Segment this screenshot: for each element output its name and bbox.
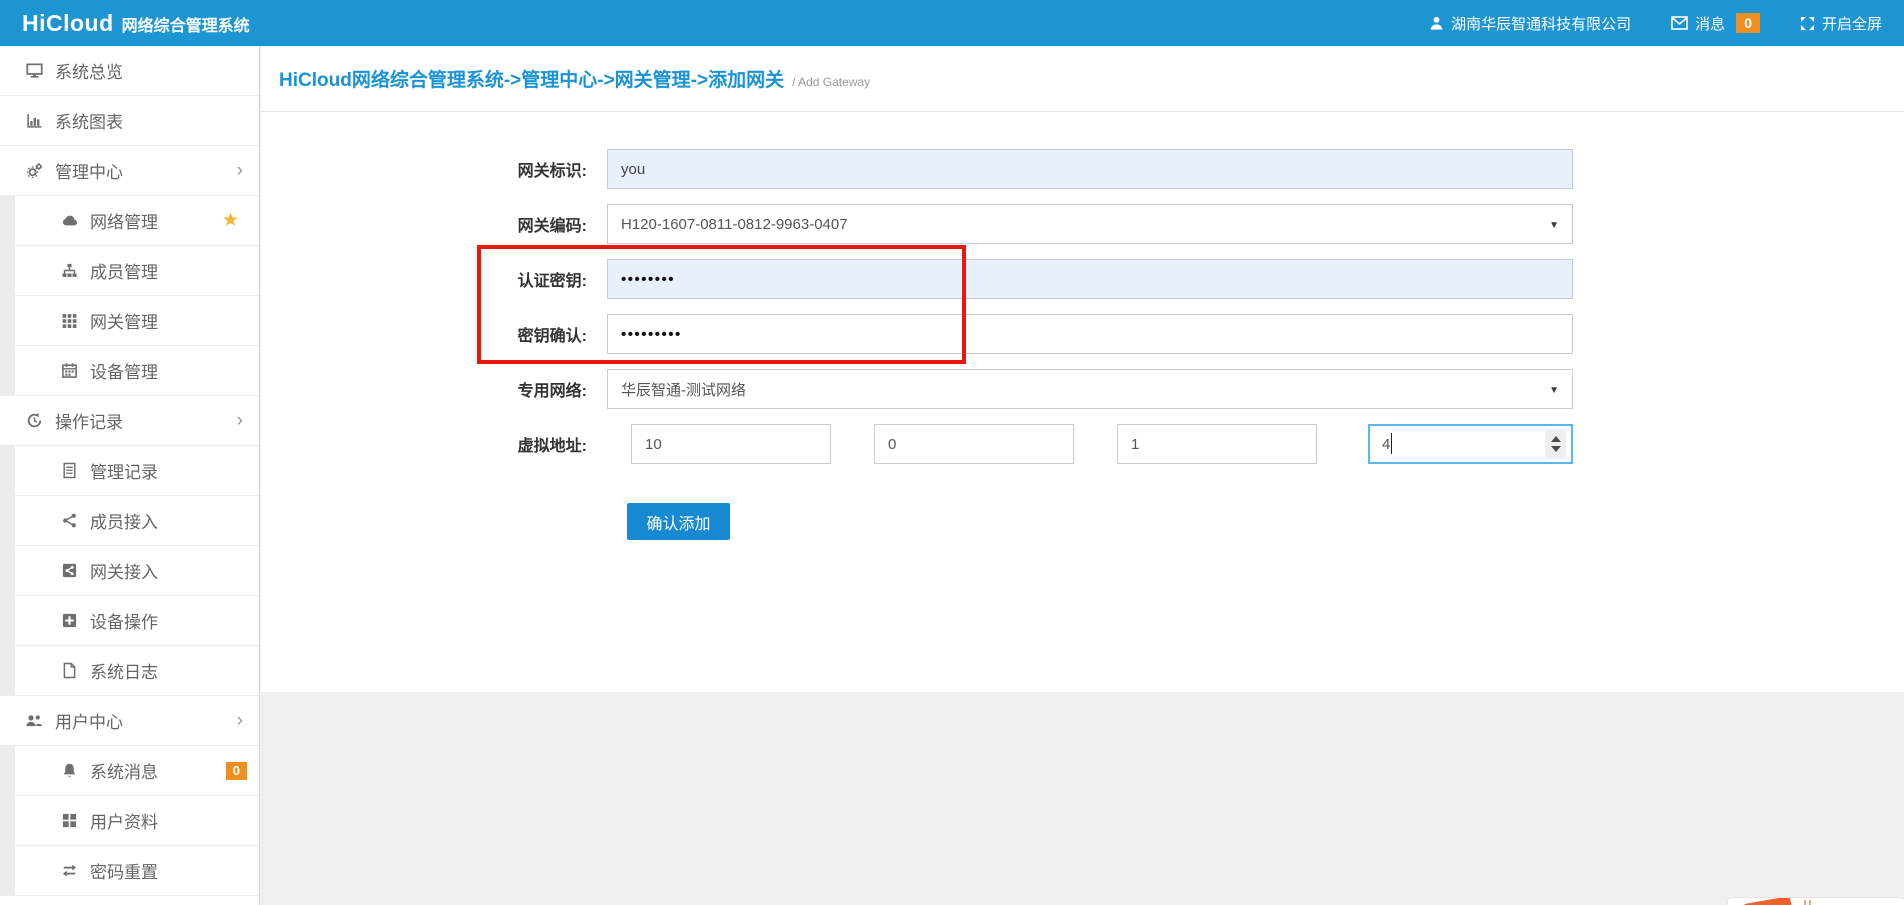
auth-key-input[interactable] (607, 259, 1573, 299)
breadcrumb-path: HiCloud网络综合管理系统->管理中心->网关管理->添加网关 (279, 65, 784, 92)
bottom-popup-partial[interactable] (1727, 897, 1904, 905)
system-messages-badge: 0 (226, 762, 247, 780)
company-name: 湖南华辰智通科技有限公司 (1451, 13, 1631, 34)
gateway-code-select[interactable]: H120-1607-0811-0812-9963-0407 (607, 204, 1573, 244)
exchange-icon (57, 862, 81, 879)
messages-menu[interactable]: 消息 0 (1671, 13, 1760, 34)
gateway-code-label: 网关编码: (261, 212, 607, 236)
fullscreen-toggle[interactable]: 开启全屏 (1800, 13, 1882, 34)
gateway-id-input[interactable] (607, 149, 1573, 189)
share-square-icon (57, 562, 81, 579)
auth-key-label: 认证密钥: (261, 267, 607, 291)
sidebar-item-gateway-management[interactable]: 网关管理 (0, 296, 259, 346)
messages-label: 消息 (1695, 13, 1725, 34)
virtual-address-label: 虚拟地址: (261, 432, 607, 456)
key-confirm-label: 密钥确认: (261, 322, 607, 346)
virtual-address-octet-2[interactable] (874, 424, 1074, 464)
calendar-icon (57, 362, 81, 379)
add-gateway-form: 网关标识: 网关编码: H120-1607-0811-0812-9963-040… (261, 112, 1904, 692)
messages-badge: 0 (1736, 13, 1760, 33)
virtual-address-octet-1[interactable] (631, 424, 831, 464)
favorite-star-icon[interactable] (222, 211, 239, 230)
chevron-right-icon (237, 411, 243, 430)
virtual-address-octet-4[interactable] (1368, 424, 1573, 464)
sidebar-item-operation-logs[interactable]: 操作记录 (0, 396, 259, 446)
chevron-right-icon (237, 161, 243, 180)
sidebar-item-user-profile[interactable]: 用户资料 (0, 796, 259, 846)
gateway-id-label: 网关标识: (261, 157, 607, 181)
sidebar-item-management-center[interactable]: 管理中心 (0, 146, 259, 196)
sidebar: 系统总览 系统图表 管理中心 网络管理 成员管理 (0, 46, 260, 905)
dropdown-caret-icon (1549, 220, 1559, 231)
fullscreen-label: 开启全屏 (1822, 13, 1882, 34)
main-content: HiCloud网络综合管理系统->管理中心->网关管理->添加网关 / Add … (261, 46, 1904, 905)
stepper-down-icon[interactable] (1551, 446, 1561, 452)
chevron-right-icon (237, 711, 243, 730)
account-menu[interactable]: 湖南华辰智通科技有限公司 (1429, 13, 1631, 34)
sidebar-item-management-records[interactable]: 管理记录 (0, 446, 259, 496)
dropdown-caret-icon (1549, 385, 1559, 396)
sidebar-item-system-logs[interactable]: 系统日志 (0, 646, 259, 696)
text-cursor (1391, 433, 1392, 454)
file-icon (57, 662, 81, 679)
sidebar-item-member-management[interactable]: 成员管理 (0, 246, 259, 296)
gears-icon (22, 162, 46, 179)
bell-icon (57, 762, 81, 779)
breadcrumb-subtitle: / Add Gateway (792, 75, 870, 89)
app-title: HiCloud 网络综合管理系统 (22, 10, 250, 37)
desktop-icon (22, 62, 46, 79)
number-stepper[interactable] (1545, 430, 1566, 458)
orange-logo-icon (1742, 897, 1793, 905)
breadcrumb: HiCloud网络综合管理系统->管理中心->网关管理->添加网关 / Add … (261, 46, 1904, 112)
orange-divider (1804, 900, 1806, 905)
brand-logo: HiCloud (22, 10, 114, 37)
envelope-icon (1671, 16, 1688, 30)
key-confirm-input[interactable] (607, 314, 1573, 354)
plus-square-icon (57, 612, 81, 629)
private-network-select[interactable]: 华辰智通-测试网络 (607, 369, 1573, 409)
users-icon (22, 712, 46, 729)
bar-chart-icon (22, 112, 46, 129)
file-text-icon (57, 462, 81, 479)
orange-divider (1809, 900, 1811, 905)
stepper-up-icon[interactable] (1551, 436, 1561, 442)
sidebar-item-user-center[interactable]: 用户中心 (0, 696, 259, 746)
sidebar-item-gateway-access[interactable]: 网关接入 (0, 546, 259, 596)
sidebar-item-device-operations[interactable]: 设备操作 (0, 596, 259, 646)
confirm-add-button[interactable]: 确认添加 (627, 503, 730, 540)
sidebar-item-system-messages[interactable]: 系统消息 0 (0, 746, 259, 796)
app-name: 网络综合管理系统 (122, 12, 250, 36)
sidebar-item-password-reset[interactable]: 密码重置 (0, 846, 259, 896)
th-large-icon (57, 812, 81, 829)
sidebar-item-member-access[interactable]: 成员接入 (0, 496, 259, 546)
sidebar-item-device-management[interactable]: 设备管理 (0, 346, 259, 396)
private-network-label: 专用网络: (261, 377, 607, 401)
topbar-right: 湖南华辰智通科技有限公司 消息 0 开启全屏 (1429, 13, 1882, 34)
topbar: HiCloud 网络综合管理系统 湖南华辰智通科技有限公司 消息 0 开启全屏 (0, 0, 1904, 46)
user-icon (1429, 15, 1444, 31)
share-icon (57, 512, 81, 529)
sitemap-icon (57, 262, 81, 279)
history-icon (22, 412, 46, 429)
sidebar-item-system-charts[interactable]: 系统图表 (0, 96, 259, 146)
cloud-icon (57, 212, 81, 229)
sidebar-item-system-overview[interactable]: 系统总览 (0, 46, 259, 96)
grid-icon (57, 312, 81, 329)
virtual-address-octet-3[interactable] (1117, 424, 1317, 464)
expand-icon (1800, 16, 1815, 31)
sidebar-item-network-management[interactable]: 网络管理 (0, 196, 259, 246)
